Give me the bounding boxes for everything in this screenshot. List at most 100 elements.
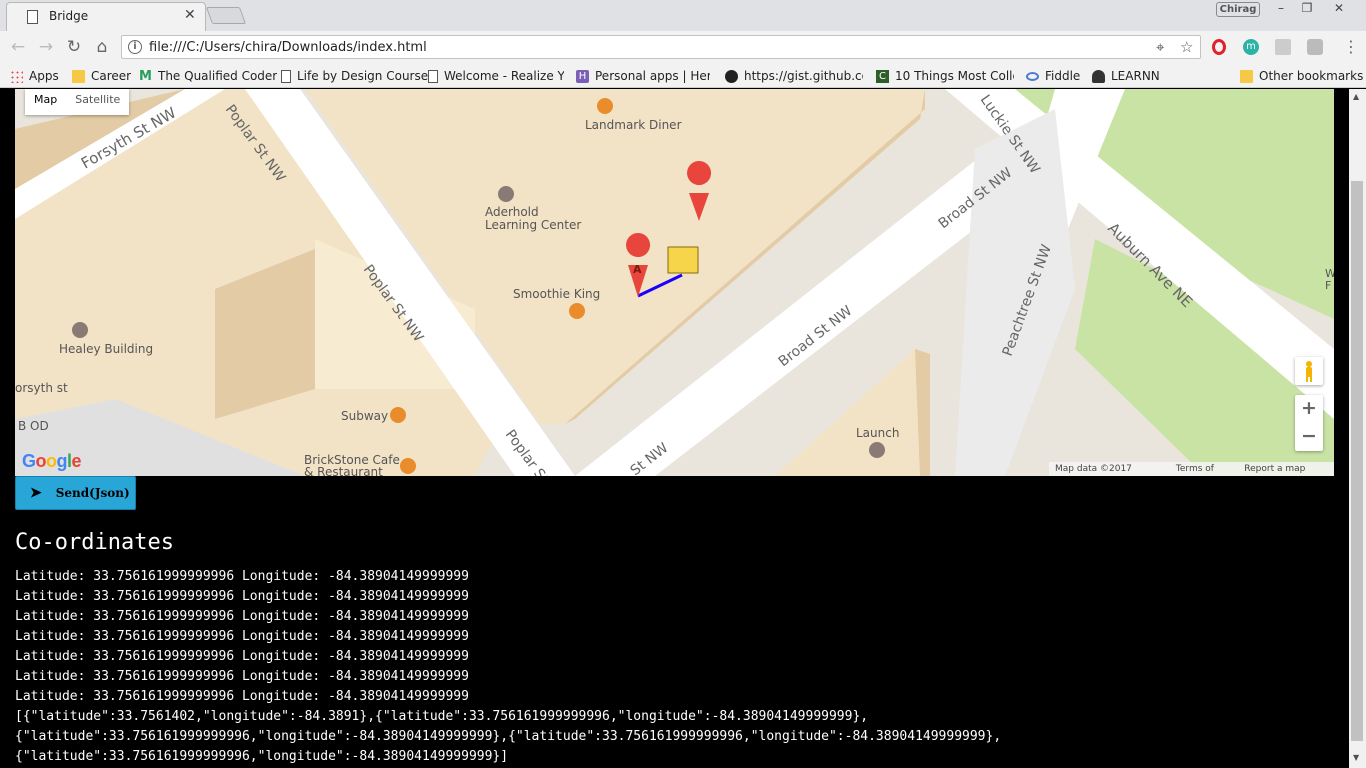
- new-tab-button[interactable]: [205, 7, 247, 24]
- google-map[interactable]: Landmark Diner Aderhold Learning Center …: [15, 89, 1334, 476]
- building-poi-icon: [72, 322, 88, 338]
- page-scrollbar[interactable]: ▲ ▼: [1349, 89, 1366, 768]
- bookmark-learnn[interactable]: LEARNN: [1092, 67, 1160, 85]
- scrollbar-thumb[interactable]: [1351, 181, 1363, 741]
- bookmark-welcome[interactable]: Welcome - Realize Yo: [428, 67, 564, 85]
- bookmark-heroku[interactable]: H Personal apps | Herok: [576, 67, 710, 85]
- github-icon: [725, 69, 738, 83]
- pdf-extension-icon[interactable]: [1275, 39, 1291, 55]
- zoom-in-button[interactable]: +: [1295, 395, 1323, 423]
- bookmark-10-things[interactable]: C 10 Things Most Colle: [876, 67, 1014, 85]
- fiddle-icon: [1026, 71, 1039, 81]
- map-label: Aderhold: [485, 205, 539, 219]
- m-logo-icon: M: [139, 68, 152, 84]
- tab-title: Bridge: [49, 9, 89, 23]
- profile-button[interactable]: Chirag: [1216, 2, 1260, 17]
- json-output-line: {"latitude":33.756161999999996,"longitud…: [15, 729, 1002, 744]
- folder-icon: [1240, 69, 1253, 83]
- bookmark-apps[interactable]: Apps: [10, 67, 59, 85]
- building-poi-icon: [869, 442, 885, 458]
- map-canvas[interactable]: Landmark Diner Aderhold Learning Center …: [15, 89, 1334, 476]
- heroku-icon: H: [576, 69, 589, 83]
- zoom-control: + −: [1295, 395, 1323, 451]
- info-icon[interactable]: i: [128, 40, 142, 54]
- send-json-button[interactable]: ➤ Send(Json): [15, 476, 136, 510]
- map-type-map-button[interactable]: Map: [25, 89, 66, 115]
- bookmark-label: Apps: [29, 69, 59, 83]
- restaurant-icon: [569, 303, 585, 319]
- address-bar[interactable]: i file:///C:/Users/chira/Downloads/index…: [121, 35, 1201, 59]
- other-bookmarks[interactable]: Other bookmarks: [1240, 67, 1363, 85]
- bookmark-label: 10 Things Most Colle: [895, 69, 1014, 83]
- maximize-button[interactable]: ❐: [1294, 0, 1320, 18]
- close-tab-icon[interactable]: ✕: [184, 7, 196, 23]
- map-label: Smoothie King: [513, 287, 600, 301]
- bookmark-label: LEARNN: [1111, 69, 1160, 83]
- avatar-marker-icon[interactable]: [667, 246, 699, 274]
- forward-arrow-icon[interactable]: →: [35, 36, 57, 58]
- restaurant-icon: [597, 98, 613, 114]
- bookmark-label: Welcome - Realize Yo: [444, 69, 564, 83]
- map-label: F: [1325, 279, 1331, 292]
- building-poi-icon: [498, 186, 514, 202]
- title-bar: Bridge ✕ Chirag – ❐ ✕: [0, 0, 1366, 31]
- map-attribution: Map data ©2017 Google Terms of Use Repor…: [1049, 462, 1334, 476]
- bookmark-fiddle[interactable]: Fiddle: [1026, 67, 1080, 85]
- bookmark-label: Life by Design Course: [297, 69, 429, 83]
- map-label: B OD: [18, 419, 49, 433]
- bookmark-label: Career: [91, 69, 132, 83]
- coordinate-row: Latitude: 33.756161999999996 Longitude: …: [15, 569, 469, 584]
- json-output-line: {"latitude":33.756161999999996,"longitud…: [15, 749, 509, 764]
- bookmark-life-by-design[interactable]: Life by Design Course: [281, 67, 428, 85]
- menu-icon[interactable]: ⋮: [1340, 36, 1362, 58]
- url-text[interactable]: file:///C:/Users/chira/Downloads/index.h…: [149, 40, 427, 55]
- terms-of-use-link[interactable]: Terms of Use: [1170, 462, 1238, 476]
- street-view-pegman-icon[interactable]: [1295, 357, 1323, 385]
- restaurant-icon: [390, 407, 406, 423]
- location-icon[interactable]: ⌖: [1156, 38, 1164, 56]
- restaurant-icon: [400, 458, 416, 474]
- reload-icon[interactable]: ↻: [63, 36, 85, 58]
- page-icon: [428, 69, 438, 83]
- map-label: Launch: [856, 426, 899, 440]
- bookmark-label: Fiddle: [1045, 69, 1081, 83]
- scroll-down-arrow-icon[interactable]: ▼: [1353, 753, 1359, 762]
- zoom-out-button[interactable]: −: [1295, 423, 1323, 451]
- report-map-error-link[interactable]: Report a map error: [1238, 462, 1334, 476]
- c-logo-icon: C: [876, 69, 889, 83]
- bookmark-label: Personal apps | Herok: [595, 69, 710, 83]
- map-label: orsyth st: [15, 381, 68, 395]
- back-arrow-icon[interactable]: ←: [7, 36, 29, 58]
- coordinate-row: Latitude: 33.756161999999996 Longitude: …: [15, 609, 469, 624]
- apps-grid-icon: [10, 69, 23, 83]
- send-json-label: Send(Json): [55, 486, 130, 500]
- shield-extension-icon[interactable]: [1307, 39, 1323, 55]
- map-data-text[interactable]: Map data ©2017 Google: [1049, 462, 1170, 476]
- close-window-button[interactable]: ✕: [1324, 0, 1354, 18]
- map-type-satellite-button[interactable]: Satellite: [66, 89, 129, 115]
- coordinate-row: Latitude: 33.756161999999996 Longitude: …: [15, 589, 469, 604]
- bookmark-qualified-coder[interactable]: M The Qualified Coder: [139, 67, 277, 85]
- marker-label: A: [633, 263, 642, 276]
- bookmark-star-icon[interactable]: ☆: [1180, 38, 1193, 56]
- bookmark-label: Other bookmarks: [1259, 69, 1364, 83]
- map-label: & Restaurant: [304, 465, 383, 476]
- minimize-button[interactable]: –: [1268, 0, 1294, 18]
- coordinates-list: Latitude: 33.756161999999996 Longitude: …: [15, 567, 1001, 767]
- opera-icon[interactable]: [1212, 39, 1226, 55]
- browser-tab[interactable]: Bridge ✕: [6, 2, 206, 31]
- paper-plane-icon: ➤: [30, 485, 42, 501]
- browser-toolbar: ← → ↻ ⌂ i file:///C:/Users/chira/Downloa…: [0, 31, 1366, 63]
- folder-icon: [72, 69, 85, 83]
- document-icon: [27, 10, 38, 24]
- coordinate-row: Latitude: 33.756161999999996 Longitude: …: [15, 649, 469, 664]
- m-extension-icon[interactable]: m: [1243, 39, 1259, 55]
- bookmark-gist[interactable]: https://gist.github.com: [725, 67, 863, 85]
- map-label: Subway: [341, 409, 388, 423]
- home-icon[interactable]: ⌂: [91, 36, 113, 58]
- bookmark-career[interactable]: Career: [72, 67, 131, 85]
- scroll-up-arrow-icon[interactable]: ▲: [1353, 92, 1359, 101]
- google-logo[interactable]: Google: [22, 451, 82, 472]
- coordinates-heading: Co-ordinates: [15, 530, 174, 555]
- json-output-line: [{"latitude":33.7561402,"longitude":-84.…: [15, 709, 869, 724]
